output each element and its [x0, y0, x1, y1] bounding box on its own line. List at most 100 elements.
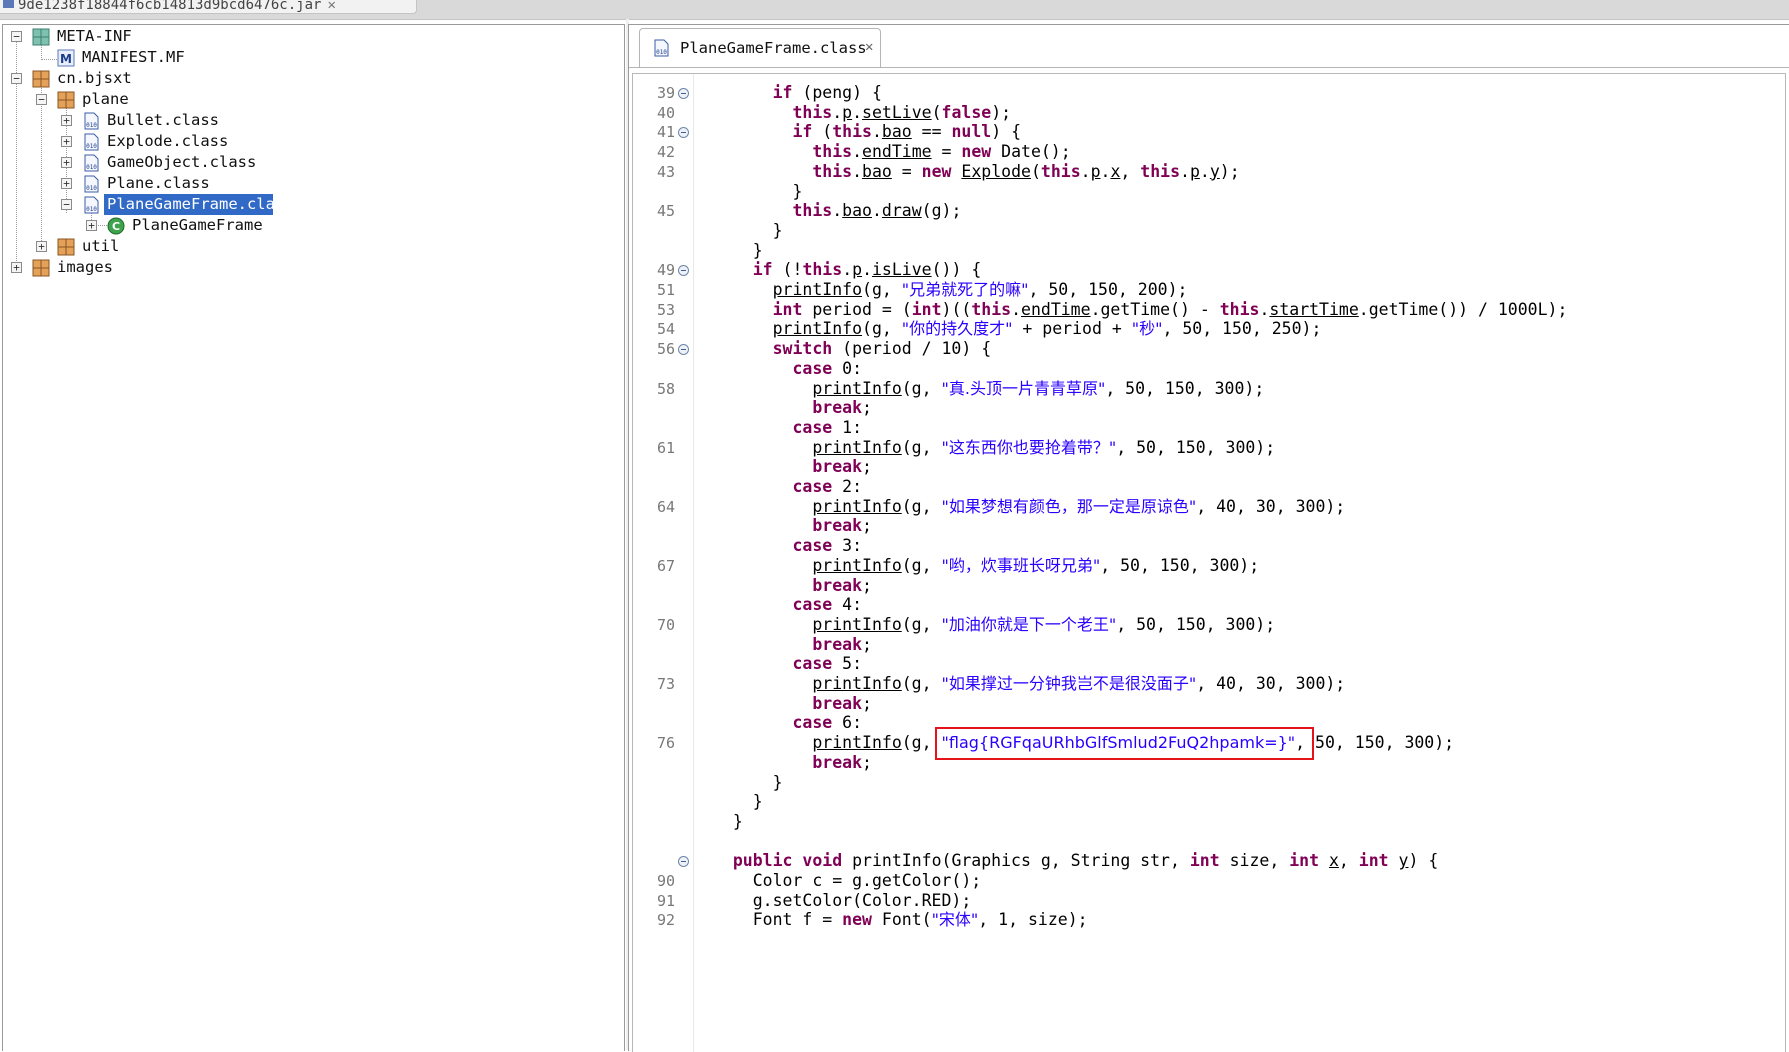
fold-toggle-icon[interactable]	[678, 88, 689, 99]
code-line: }	[633, 220, 1783, 242]
svg-text:M: M	[60, 52, 72, 66]
code-text: }	[713, 792, 763, 812]
class-file-icon: 010	[84, 112, 99, 130]
line-number: 49	[656, 261, 675, 280]
tree-item-gameobject-label: GameObject.class	[107, 153, 257, 171]
code-line: break;	[633, 515, 1783, 537]
code-line: case 6:	[633, 712, 1783, 734]
tree-item-bullet[interactable]: Bullet.class	[107, 109, 219, 131]
class-type-icon: C	[107, 217, 125, 235]
code-text: }	[713, 220, 783, 240]
code-line: 67 printInfo(g, "哟，炊事班长呀兄弟", 50, 150, 30…	[633, 555, 1783, 577]
code-text: break;	[812, 457, 872, 477]
tree-item-plane-class[interactable]: Plane.class	[107, 172, 210, 194]
tree-item-plane[interactable]: plane	[82, 88, 129, 110]
code-text: case 3:	[792, 536, 863, 556]
code-line: case 3:	[633, 535, 1783, 557]
class-file-icon: 010	[84, 175, 99, 193]
code-text: printInfo(g, "flag{RGFqaURhbGlfSmlud2FuQ…	[812, 733, 1455, 753]
line-number: 91	[656, 891, 675, 910]
tree-item-planegameframe-class[interactable]: PlaneGameFrame.class	[104, 194, 294, 215]
expand-toggle-bullet[interactable]: +	[61, 115, 72, 126]
code-text: break;	[812, 516, 872, 536]
code-text: printInfo(g, "兄弟就死了的嘛", 50, 150, 200);	[772, 280, 1188, 299]
code-text: if (peng) {	[772, 83, 882, 102]
line-number: 90	[656, 872, 675, 890]
package-icon	[57, 91, 75, 109]
code-line: case 1:	[633, 417, 1783, 439]
tree-item-explode[interactable]: Explode.class	[107, 130, 228, 152]
line-number: 43	[656, 162, 675, 181]
expand-toggle-explode[interactable]: +	[61, 136, 72, 147]
code-line: break;	[633, 397, 1783, 419]
collapse-toggle-cn-bjsxt[interactable]: −	[11, 73, 22, 84]
code-text: printInfo(g, "如果撑过一分钟我岂不是很没面子", 40, 30, …	[812, 674, 1346, 693]
class-file-icon: 010	[84, 154, 99, 172]
code-text: public void printInfo(Graphics g, String…	[732, 851, 1439, 871]
package-explorer-tree: − META-INF M MANIFEST.MF − cn.bjsxt − pl…	[2, 24, 625, 1051]
tree-item-plane-class-label: Plane.class	[107, 174, 210, 192]
code-text: Color c = g.getColor();	[713, 871, 982, 890]
line-number: 45	[656, 202, 675, 221]
code-text: case 2:	[792, 477, 863, 496]
code-line: 53 int period = (int)((this.endTime.getT…	[633, 299, 1783, 321]
fold-toggle-icon[interactable]	[678, 265, 689, 277]
expand-toggle-plane-class[interactable]: +	[61, 178, 72, 189]
code-line: 42 this.endTime = new Date();	[633, 141, 1783, 163]
collapse-toggle-plane[interactable]: −	[36, 94, 47, 105]
fold-toggle-icon[interactable]	[678, 344, 689, 356]
line-number: 70	[656, 615, 675, 634]
code-line: }	[633, 791, 1783, 813]
expand-toggle-util[interactable]: +	[36, 241, 47, 252]
code-text: break;	[812, 693, 872, 713]
code-text: this.p.setLive(false);	[792, 102, 1012, 122]
tree-item-util[interactable]: util	[82, 235, 119, 257]
code-line: 58 printInfo(g, "真.头顶一片青青草原", 50, 150, 3…	[633, 378, 1783, 400]
svg-text:010: 010	[656, 49, 667, 56]
code-line: case 0:	[633, 358, 1783, 380]
code-line: break;	[633, 456, 1783, 478]
jar-tab[interactable]: 9de1238f18844f6cb14813d9bcd6476c.jar ✕	[0, 0, 417, 14]
code-line: }	[633, 772, 1783, 794]
code-line: 45 this.bao.draw(g);	[633, 200, 1783, 222]
tree-item-planegameframe-type[interactable]: PlaneGameFrame	[132, 214, 263, 236]
fold-toggle-icon[interactable]	[678, 856, 689, 868]
tree-item-meta-inf[interactable]: META-INF	[57, 25, 132, 47]
tree-item-meta-inf-label: META-INF	[57, 27, 132, 45]
code-text: int period = (int)((this.endTime.getTime…	[772, 299, 1568, 319]
close-icon[interactable]: ✕	[327, 0, 335, 13]
line-number: 73	[656, 675, 675, 693]
tree-item-cn-bjsxt[interactable]: cn.bjsxt	[57, 67, 132, 89]
expand-toggle-images[interactable]: +	[11, 262, 22, 273]
line-number: 42	[656, 143, 675, 162]
code-line: 91 g.setColor(Color.RED);	[633, 890, 1783, 912]
code-text: switch (period / 10) {	[772, 339, 992, 359]
line-number: 39	[656, 84, 675, 102]
code-text: printInfo(g, "真.头顶一片青青草原", 50, 150, 300)…	[812, 378, 1265, 398]
code-text: break;	[812, 575, 872, 595]
editor-tab-planegameframe[interactable]: 010 PlaneGameFrame.class ✕	[639, 28, 881, 67]
collapse-toggle-planegameframe[interactable]: −	[61, 199, 72, 210]
jar-tab-label: 9de1238f18844f6cb14813d9bcd6476c.jar	[18, 0, 322, 13]
code-line: 73 printInfo(g, "如果撑过一分钟我岂不是很没面子", 40, 3…	[633, 673, 1783, 695]
expand-toggle-gameobject[interactable]: +	[61, 157, 72, 168]
tree-item-gameobject[interactable]: GameObject.class	[107, 151, 256, 173]
tree-item-images[interactable]: images	[57, 256, 113, 278]
code-text: }	[713, 240, 763, 260]
code-text: }	[713, 772, 783, 792]
fold-toggle-icon[interactable]	[678, 127, 689, 139]
code-line: 43 this.bao = new Explode(this.p.x, this…	[633, 161, 1783, 183]
line-number: 51	[656, 281, 675, 299]
expand-toggle-planegameframe-type[interactable]: +	[86, 220, 97, 231]
tree-item-manifest[interactable]: MANIFEST.MF	[82, 46, 185, 68]
close-icon[interactable]: ✕	[865, 39, 873, 55]
code-editor[interactable]: 39 if (peng) {40 this.p.setLive(false); 4…	[632, 73, 1786, 1052]
code-line: }	[633, 240, 1783, 262]
code-line: public void printInfo(Graphics g, String…	[633, 850, 1783, 872]
collapse-toggle-meta-inf[interactable]: −	[11, 31, 22, 42]
code-text: case 6:	[792, 713, 863, 733]
code-text: case 1:	[792, 417, 863, 437]
line-number: 67	[656, 556, 675, 575]
class-file-icon: 010	[84, 133, 99, 151]
